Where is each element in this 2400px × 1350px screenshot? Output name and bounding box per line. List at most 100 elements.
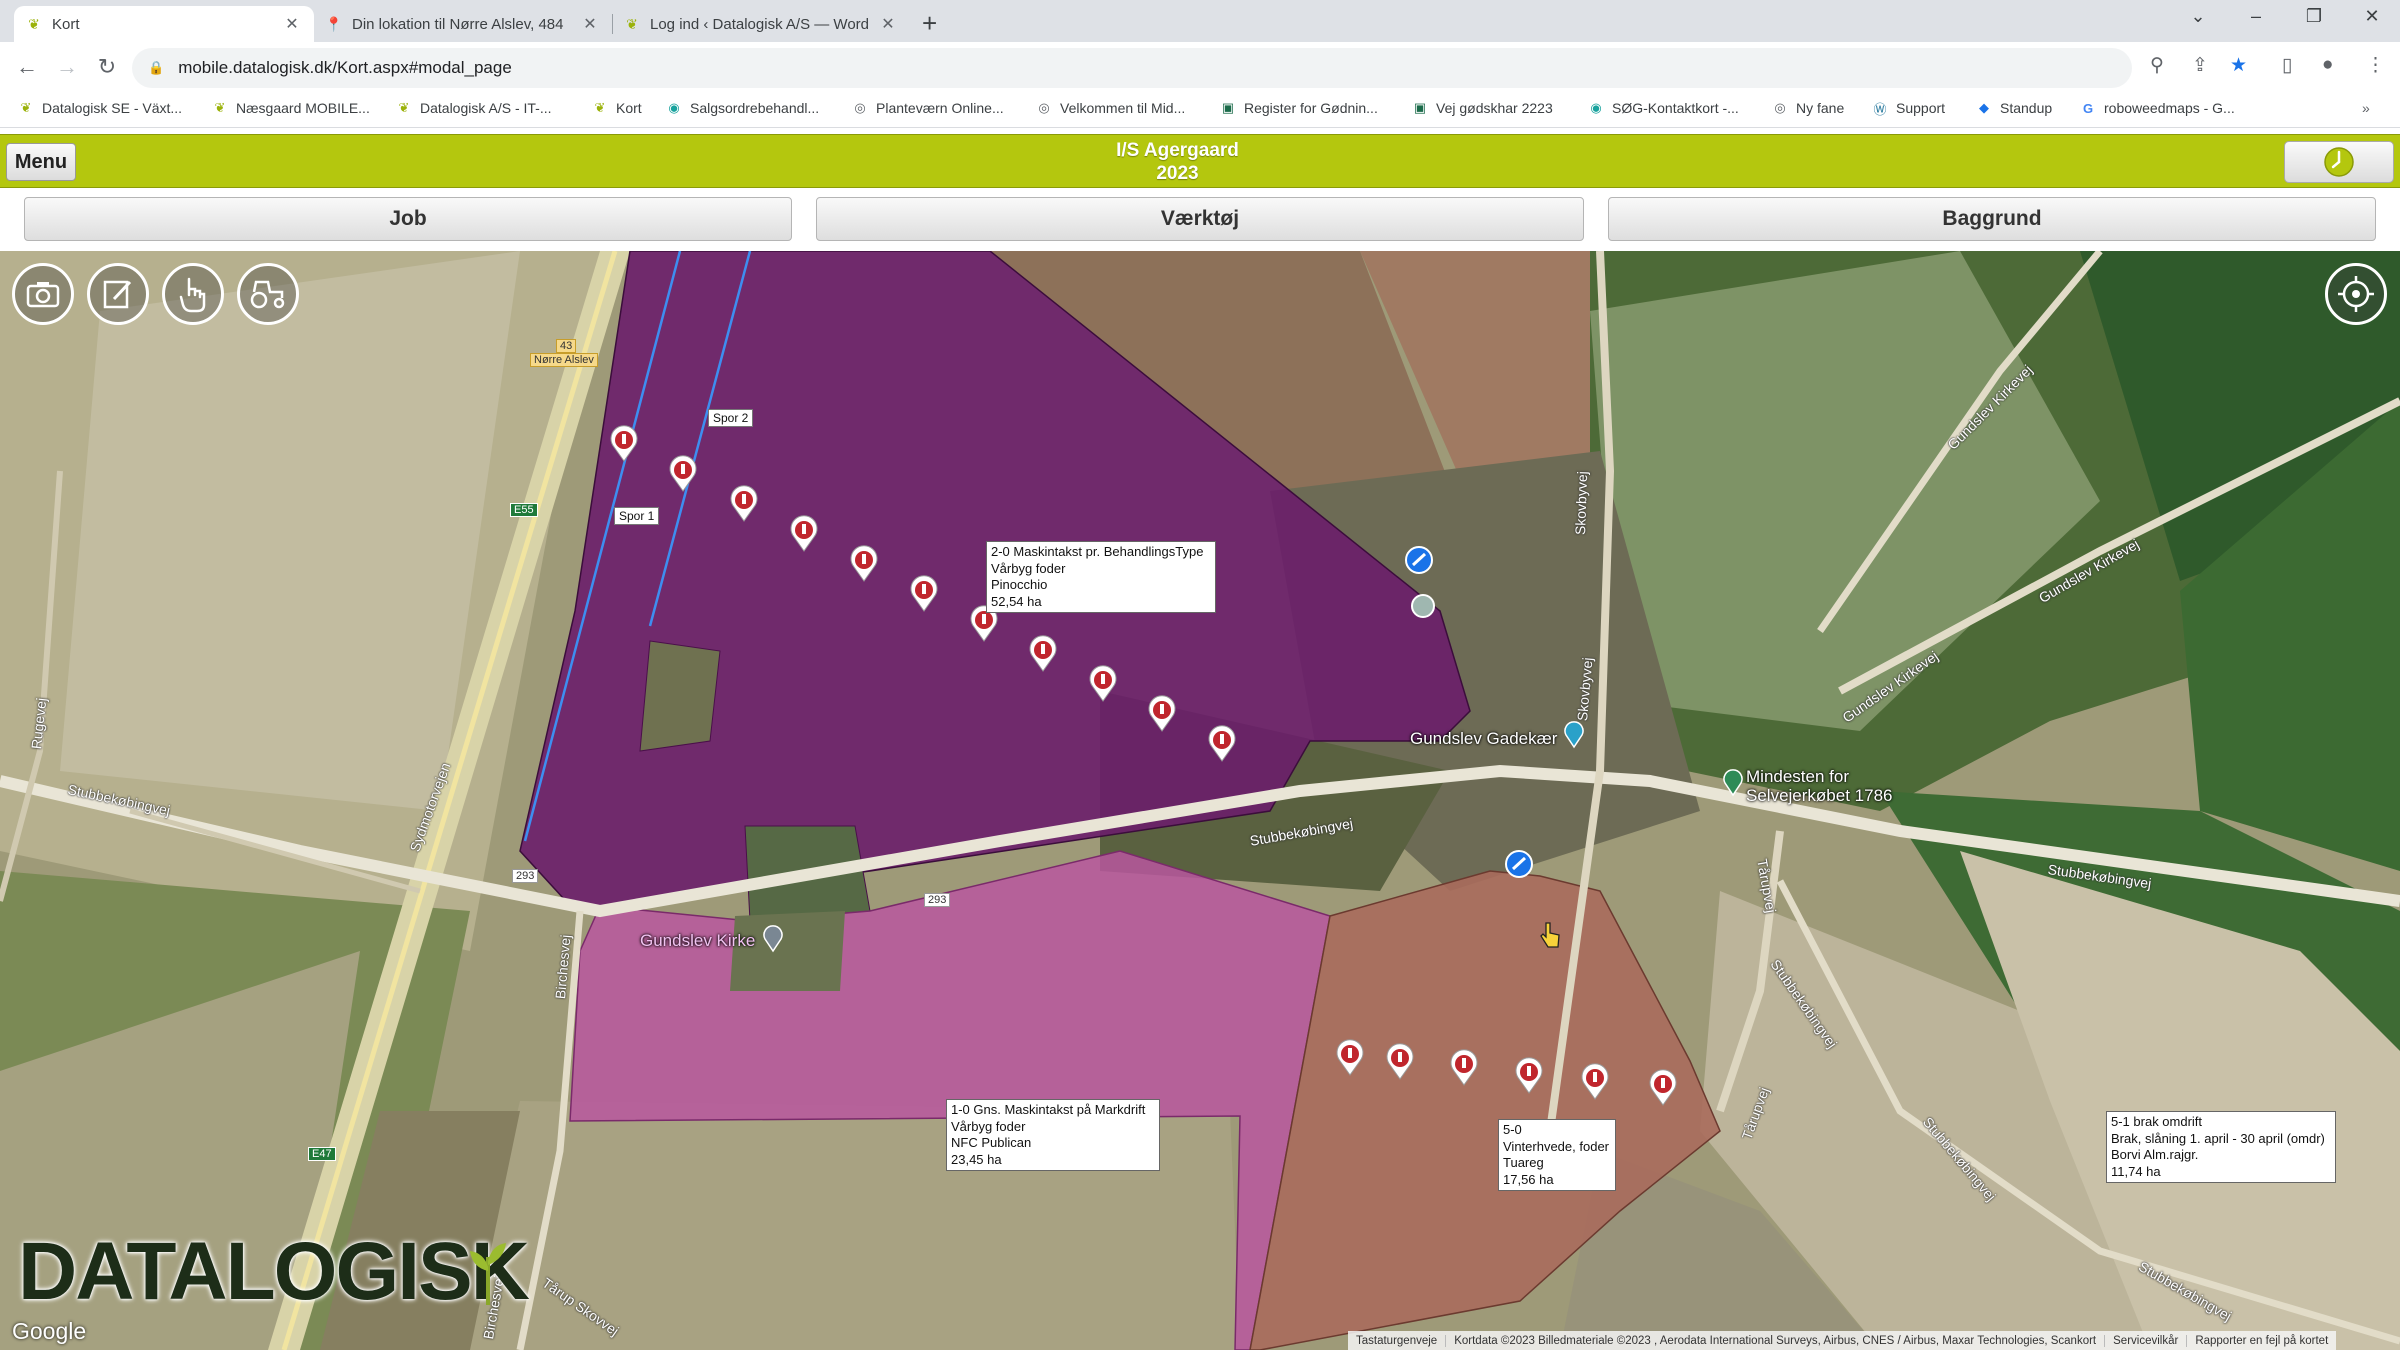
menu-button[interactable]: Menu	[6, 143, 76, 181]
town-label: Nørre Alslev	[530, 353, 598, 367]
field-marker-icon[interactable]	[1208, 725, 1236, 762]
bookmark-item[interactable]: ◆ Standup	[1976, 100, 2052, 116]
forward-button[interactable]: →	[52, 54, 82, 80]
field-marker-icon[interactable]	[1336, 1039, 1364, 1076]
close-icon[interactable]: ✕	[282, 14, 302, 34]
tools-button[interactable]: Værktøj	[816, 197, 1584, 241]
marker-layer	[610, 425, 1677, 1106]
water-pin-icon	[1564, 721, 1584, 749]
new-tab-button[interactable]: +	[922, 8, 937, 39]
register-icon: ▣	[1413, 100, 1427, 115]
field-info-1-0[interactable]: 1-0 Gns. Maskintakst på Markdrift Vårbyg…	[946, 1099, 1160, 1171]
field-marker-icon[interactable]	[730, 485, 758, 522]
profile-avatar-icon[interactable]: ●	[2322, 54, 2333, 76]
bookmark-item[interactable]: ◉ SØG-Kontaktkort -...	[1588, 100, 1739, 116]
field-info-5-1[interactable]: 5-1 brak omdrift Brak, slåning 1. april …	[2106, 1111, 2336, 1183]
road-number: 293	[924, 893, 951, 907]
location-icon[interactable]: ⚲	[2150, 54, 2164, 77]
app-nav: Job Værktøj Baggrund	[0, 189, 2400, 249]
bookmark-item[interactable]: ◎ Planteværn Online...	[852, 100, 1003, 116]
field-info-5-0[interactable]: 5-0 Vinterhvede, foder Tuareg 17,56 ha	[1498, 1119, 1616, 1191]
bookmark-item[interactable]: ◉ Salgsordrebehandl...	[666, 100, 819, 116]
bookmark-item[interactable]: Ⓦ Support	[1872, 100, 1945, 117]
field-marker-icon[interactable]	[669, 455, 697, 492]
datalogisk-leaf-icon: ❦	[594, 100, 606, 115]
job-button[interactable]: Job	[24, 197, 792, 241]
road-number: E55	[510, 503, 538, 517]
field-marker-icon[interactable]	[910, 575, 938, 612]
share-icon[interactable]: ⇪	[2192, 54, 2208, 77]
keyboard-shortcuts-link[interactable]: Tastaturgenveje	[1348, 1335, 1445, 1347]
back-button[interactable]: ←	[12, 54, 42, 80]
field-marker-icon[interactable]	[790, 515, 818, 552]
globe-icon: ◎	[854, 100, 866, 115]
lock-icon: 🔒	[148, 60, 165, 75]
bookmark-item[interactable]: ▣ Vej gødskhar 2223	[1412, 100, 1553, 116]
globe-icon: ◎	[1774, 100, 1786, 115]
field-marker-icon[interactable]	[1649, 1069, 1677, 1106]
bookmark-item[interactable]: ▣ Register for Gødnin...	[1220, 100, 1378, 116]
datalogisk-leaf-icon: ❦	[626, 15, 638, 32]
more-bookmarks-icon[interactable]: »	[2362, 100, 2370, 116]
tab-kort[interactable]: ❦ Kort ✕	[14, 6, 314, 42]
terms-link[interactable]: Servicevilkår	[2104, 1334, 2186, 1347]
restore-button[interactable]: ❐	[2294, 6, 2334, 27]
field-marker-icon[interactable]	[1515, 1057, 1543, 1094]
field-marker-icon[interactable]	[610, 425, 638, 462]
register-icon: ▣	[1221, 100, 1235, 115]
blue-pin-icon[interactable]	[1404, 545, 1434, 575]
bookmark-item[interactable]: ◎ Velkommen til Mid...	[1036, 100, 1185, 116]
close-icon[interactable]: ✕	[878, 14, 898, 34]
road-number: E47	[308, 1147, 336, 1161]
bookmark-item[interactable]: ❦ Datalogisk A/S - IT-...	[396, 100, 552, 116]
more-menu-icon[interactable]: ⋮	[2366, 54, 2385, 77]
close-icon[interactable]: ✕	[580, 14, 600, 34]
datalogisk-leaf-icon: ❦	[214, 100, 226, 115]
bookmarks-bar: ❦ Datalogisk SE - Växt... ❦ Næsgaard MOBIL…	[0, 94, 2400, 128]
tab-search-icon[interactable]: ⌄	[2178, 6, 2218, 27]
reload-button[interactable]: ↻	[92, 54, 122, 80]
globe-icon: ◎	[1038, 100, 1050, 115]
field-marker-icon[interactable]	[1029, 635, 1057, 672]
place-label-memorial: Mindesten for Selvejerkøbet 1786	[1746, 767, 1893, 805]
field-marker-icon[interactable]	[1386, 1043, 1414, 1080]
track-label-spor1: Spor 1	[614, 507, 660, 525]
field-info-2-0[interactable]: 2-0 Maskintakst pr. BehandlingsType Vårb…	[986, 541, 1216, 613]
clock-button[interactable]	[2284, 141, 2394, 183]
blue-pin-icon[interactable]	[1504, 849, 1534, 879]
report-error-link[interactable]: Rapporter en fejl på kortet	[2186, 1334, 2336, 1347]
bookmark-item[interactable]: ❦ Datalogisk SE - Växt...	[18, 100, 183, 116]
clock-icon	[2324, 147, 2354, 177]
leaf-icon	[470, 1243, 506, 1305]
browser-tabstrip: ❦ Kort ✕ 📍 Din lokation til Nørre Alslev…	[0, 0, 2400, 42]
field-marker-icon[interactable]	[1089, 665, 1117, 702]
bookmark-item[interactable]: Groboweedmaps - G...	[2080, 100, 2235, 116]
tab-log-ind[interactable]: ❦ Log ind ‹ Datalogisk A/S — Word ✕	[612, 6, 910, 42]
track-label-spor2: Spor 2	[708, 409, 754, 427]
background-button[interactable]: Baggrund	[1608, 197, 2376, 241]
grey-pin-icon	[1411, 594, 1435, 618]
diamond-icon: ◆	[1979, 100, 1989, 115]
season-year: 2023	[1156, 163, 1199, 184]
close-window-button[interactable]: ✕	[2352, 6, 2392, 27]
church-pin-icon	[763, 925, 783, 953]
field-marker-icon[interactable]	[1148, 695, 1176, 732]
place-label-church: Gundslev Kirke	[640, 931, 756, 950]
field-map[interactable]: Spor 2 Spor 1 2-0 Maskintakst pr. Behand…	[0, 251, 2400, 1350]
minimize-button[interactable]: –	[2236, 6, 2276, 27]
field-marker-icon[interactable]	[850, 545, 878, 582]
globe-icon: ◉	[1590, 100, 1602, 115]
bookmark-item[interactable]: ❦ Kort	[592, 100, 642, 116]
field-marker-icon[interactable]	[1450, 1049, 1478, 1086]
tab-title: Kort	[52, 15, 80, 33]
farm-name: I/S Agergaard	[1116, 140, 1239, 161]
address-bar[interactable]: 🔒 mobile.datalogisk.dk/Kort.aspx#modal_p…	[132, 48, 2132, 88]
tab-lokation[interactable]: 📍 Din lokation til Nørre Alslev, 484 ✕	[314, 6, 612, 42]
road-number: 293	[512, 869, 539, 883]
sidepanel-icon[interactable]: ▯	[2282, 54, 2292, 77]
bookmark-item[interactable]: ❦ Næsgaard MOBILE...	[212, 100, 370, 116]
bookmark-item[interactable]: ◎ Ny fane	[1772, 100, 1844, 116]
field-marker-icon[interactable]	[1581, 1063, 1609, 1100]
bookmark-star-icon[interactable]: ★	[2230, 54, 2247, 77]
globe-icon: ◉	[668, 100, 680, 115]
